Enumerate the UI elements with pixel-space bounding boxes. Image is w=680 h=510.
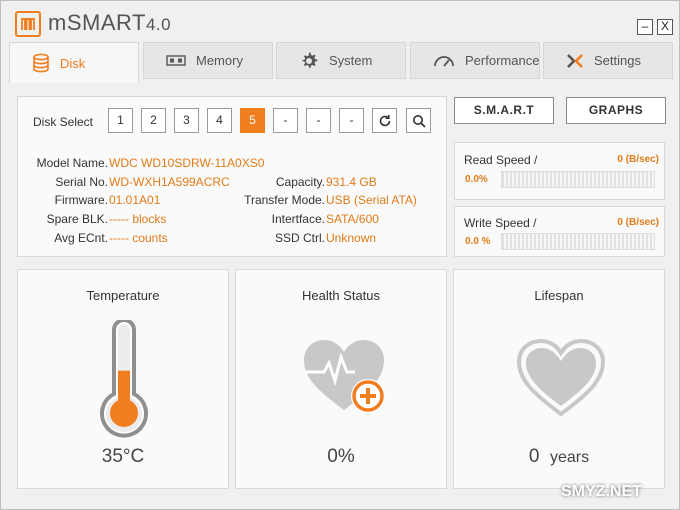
lifespan-number: 0: [528, 446, 540, 467]
tab-memory-label: Memory: [196, 53, 243, 68]
disk-stack-icon: [32, 53, 50, 73]
health-heart-plus-icon: [304, 340, 385, 413]
disk-button-4[interactable]: 4: [207, 108, 232, 133]
tab-settings-label: Settings: [594, 53, 641, 68]
capacity-value: 931.4 GB: [326, 175, 377, 189]
tab-system[interactable]: System: [276, 42, 406, 79]
close-button[interactable]: X: [657, 19, 673, 35]
read-speed-value: 0 (B/sec): [617, 154, 659, 165]
temperature-value: 35°C: [101, 446, 145, 467]
interface-value: SATA/600: [326, 212, 379, 226]
minimize-button[interactable]: –: [637, 19, 653, 35]
write-speed-value: 0 (B/sec): [617, 217, 659, 228]
ssd-ctrl-label: SSD Ctrl.: [274, 231, 325, 245]
watermark-text: SMYZ.NET: [561, 483, 642, 500]
disk-button-3[interactable]: 3: [174, 108, 199, 133]
model-name-value: WDC WD10SDRW-11A0XS0: [109, 156, 265, 170]
memory-chip-icon: [166, 54, 186, 67]
heart-icon: [516, 338, 606, 417]
interface-label: Intertface.: [271, 212, 325, 226]
transfer-mode-value: USB (Serial ATA): [326, 193, 417, 207]
smart-button[interactable]: S.M.A.R.T: [454, 97, 554, 124]
health-value: 0%: [327, 446, 355, 467]
disk-button-1[interactable]: 1: [108, 108, 133, 133]
tab-memory[interactable]: Memory: [143, 42, 273, 79]
tab-performance[interactable]: Performance: [410, 42, 540, 79]
write-speed-percent: 0.0 %: [465, 236, 491, 247]
gear-icon: [299, 51, 319, 71]
temperature-title: Temperature: [86, 288, 160, 303]
avg-ecnt-label: Avg ECnt.: [54, 231, 108, 245]
app-title: mSMART4.0: [48, 10, 171, 36]
speedometer-icon: [433, 54, 455, 68]
refresh-button[interactable]: [372, 108, 397, 133]
title-bar: mSMART4.0 – X: [1, 1, 679, 41]
read-speed-bar: [501, 171, 655, 188]
app-version: 4.0: [145, 15, 172, 34]
lifespan-card: Lifespan 0 years: [453, 269, 665, 489]
lifespan-title: Lifespan: [534, 288, 584, 303]
transfer-mode-label: Transfer Mode.: [244, 193, 325, 207]
spare-blk-label: Spare BLK.: [46, 212, 108, 226]
ssd-ctrl-value: Unknown: [326, 231, 377, 245]
disk-select-label: Disk Select: [33, 115, 94, 129]
tab-performance-label: Performance: [465, 53, 540, 68]
refresh-icon: [379, 115, 390, 127]
disk-button-5[interactable]: 5: [240, 108, 265, 133]
write-speed-title: Write Speed /: [464, 216, 537, 230]
spare-blk-value: ----- blocks: [109, 212, 167, 226]
read-speed-title: Read Speed /: [464, 153, 538, 167]
disk-button-2[interactable]: 2: [141, 108, 166, 133]
read-speed-percent: 0.0%: [465, 174, 488, 185]
lifespan-unit: years: [550, 449, 590, 466]
health-title: Health Status: [301, 288, 381, 303]
temperature-card: Temperature 35°C: [17, 269, 229, 489]
lifespan-value: 0 years: [454, 446, 664, 468]
disk-button-8[interactable]: -: [339, 108, 364, 133]
settings-x-icon: [566, 53, 584, 69]
tab-settings[interactable]: Settings: [543, 42, 673, 79]
write-speed-bar: [501, 233, 655, 250]
avg-ecnt-value: ----- counts: [109, 231, 168, 245]
graphs-button[interactable]: GRAPHS: [566, 97, 666, 124]
disk-button-7[interactable]: -: [306, 108, 331, 133]
disk-button-6[interactable]: -: [273, 108, 298, 133]
serial-no-label: Serial No.: [55, 175, 108, 189]
health-card: Health Status 0%: [235, 269, 447, 489]
app-logo-icon: [15, 11, 41, 37]
tab-disk-label: Disk: [60, 55, 86, 71]
capacity-label: Capacity.: [275, 175, 325, 189]
app-name: mSMART: [48, 10, 146, 35]
search-icon: [412, 115, 426, 128]
app-window: mSMART4.0 – X Disk Memory System Perform…: [0, 0, 680, 510]
thermometer-icon: [100, 320, 148, 438]
tab-system-label: System: [329, 53, 373, 68]
tab-disk[interactable]: Disk: [9, 42, 139, 83]
firmware-label: Firmware.: [54, 193, 108, 207]
model-name-label: Model Name.: [36, 156, 108, 170]
search-button[interactable]: [406, 108, 431, 133]
firmware-value: 01.01A01: [109, 193, 161, 207]
serial-no-value: WD-WXH1A599ACRC: [109, 175, 230, 189]
